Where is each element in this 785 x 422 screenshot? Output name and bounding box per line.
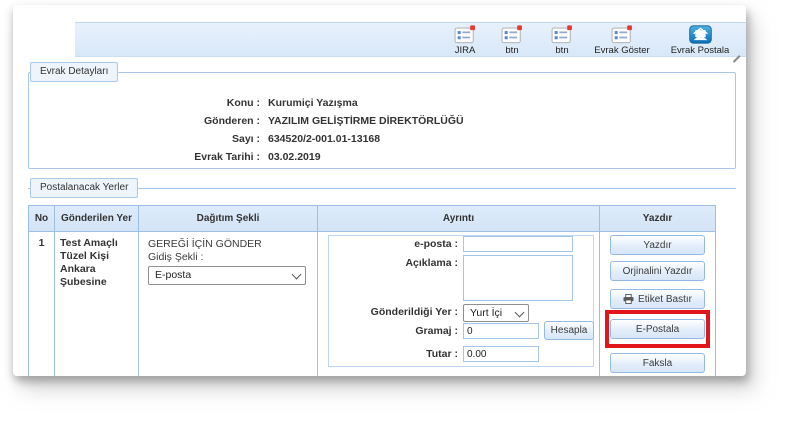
etiket-bastir-label: Etiket Bastır	[638, 294, 692, 305]
toolbar-button-label: Evrak Postala	[671, 45, 730, 56]
field-label: Konu :	[28, 97, 260, 109]
field-value: 03.02.2019	[268, 151, 321, 163]
gidis-sekli-selected-value: E-posta	[155, 269, 191, 281]
gonderildigi-yer-label: Gönderildiği Yer :	[318, 306, 458, 318]
gidis-sekli-select[interactable]: E-posta	[148, 266, 306, 285]
gramaj-label: Gramaj :	[318, 325, 458, 337]
recipient-line: Şubesine	[60, 276, 136, 289]
toolbar-button-label: Evrak Göster	[594, 45, 649, 56]
field-value: Kurumiçi Yazışma	[268, 97, 358, 109]
toolbar: JIRA btn btn Evrak Göster Evrak Postala	[75, 22, 746, 57]
recipient-line: Ankara	[60, 263, 136, 276]
column-header-gonderilen-yer: Gönderilen Yer	[55, 206, 139, 232]
eposta-label: e-posta :	[318, 238, 458, 250]
etiket-bastir-button[interactable]: Etiket Bastır	[610, 289, 705, 309]
evrak-detaylari-legend: Evrak Detayları	[30, 62, 118, 82]
recipient-line: Test Amaçlı	[60, 237, 136, 250]
distribution-type-text: GEREĞİ İÇİN GÖNDER	[148, 238, 313, 251]
gonderildigi-yer-select[interactable]: Yurt İçi	[463, 304, 529, 322]
column-header-no: No	[29, 206, 55, 232]
column-header-dagitim-sekli: Dağıtım Şekli	[139, 206, 318, 232]
e-postala-button[interactable]: E-Postala	[610, 319, 705, 339]
application-window: JIRA btn btn Evrak Göster Evrak Postala …	[13, 5, 746, 376]
column-header-yazdir: Yazdır	[600, 206, 715, 232]
chevron-down-icon	[292, 270, 302, 280]
toolbar-button-evrak-goster[interactable]: Evrak Göster	[580, 25, 664, 56]
aciklama-label: Açıklama :	[318, 257, 458, 269]
cell-yazdir: Yazdır Orjinalini Yazdır Etiket Bastır E…	[600, 232, 715, 376]
aciklama-textarea[interactable]	[463, 255, 573, 301]
cell-gonderilen-yer: Test Amaçlı Tüzel Kişi Ankara Şubesine	[55, 232, 139, 376]
gonderildigi-yer-selected-value: Yurt İçi	[470, 307, 502, 319]
mail-icon	[688, 25, 713, 44]
form-list-icon	[550, 25, 574, 44]
cell-ayrinti: e-posta : Açıklama : Gönderildiği Yer : …	[318, 232, 600, 376]
field-label: Evrak Tarihi :	[28, 151, 260, 163]
cell-no: 1	[29, 232, 55, 376]
yazdir-button[interactable]: Yazdır	[610, 235, 705, 255]
faksla-button[interactable]: Faksla	[610, 353, 705, 373]
gidis-sekli-label: Gidiş Şekli :	[148, 251, 313, 264]
toolbar-button-label: btn	[505, 45, 518, 56]
postalanacak-legend: Postalanacak Yerler	[30, 178, 138, 198]
recipient-line: Tüzel Kişi	[60, 250, 136, 263]
form-list-icon	[610, 25, 634, 44]
tutar-label: Tutar :	[318, 348, 458, 360]
field-label: Sayı :	[28, 133, 260, 145]
table-row: 1 Test Amaçlı Tüzel Kişi Ankara Şubesine…	[29, 232, 715, 376]
field-value: 634520/2-001.01-13168	[268, 133, 380, 145]
chevron-down-icon	[515, 308, 525, 318]
field-label: Gönderen :	[28, 115, 260, 127]
printer-icon	[623, 294, 634, 304]
tutar-input[interactable]	[463, 346, 539, 362]
hesapla-button[interactable]: Hesapla	[544, 321, 594, 340]
column-header-ayrinti: Ayrıntı	[318, 206, 600, 232]
highlight-annotation-box: E-Postala	[605, 310, 710, 348]
cell-dagitim-sekli: GEREĞİ İÇİN GÖNDER Gidiş Şekli : E-posta	[139, 232, 318, 376]
toolbar-button-evrak-postala[interactable]: Evrak Postala	[658, 25, 742, 56]
gramaj-input[interactable]	[463, 323, 539, 339]
field-value: YAZILIM GELİŞTİRME DİREKTÖRLÜĞÜ	[268, 115, 464, 127]
eposta-input[interactable]	[463, 236, 573, 252]
orjinalini-yazdir-button[interactable]: Orjinalini Yazdır	[610, 261, 705, 281]
toolbar-button-label: btn	[555, 45, 568, 56]
table-header-row: No Gönderilen Yer Dağıtım Şekli Ayrıntı …	[29, 206, 715, 232]
postalanacak-table: No Gönderilen Yer Dağıtım Şekli Ayrıntı …	[28, 205, 716, 376]
